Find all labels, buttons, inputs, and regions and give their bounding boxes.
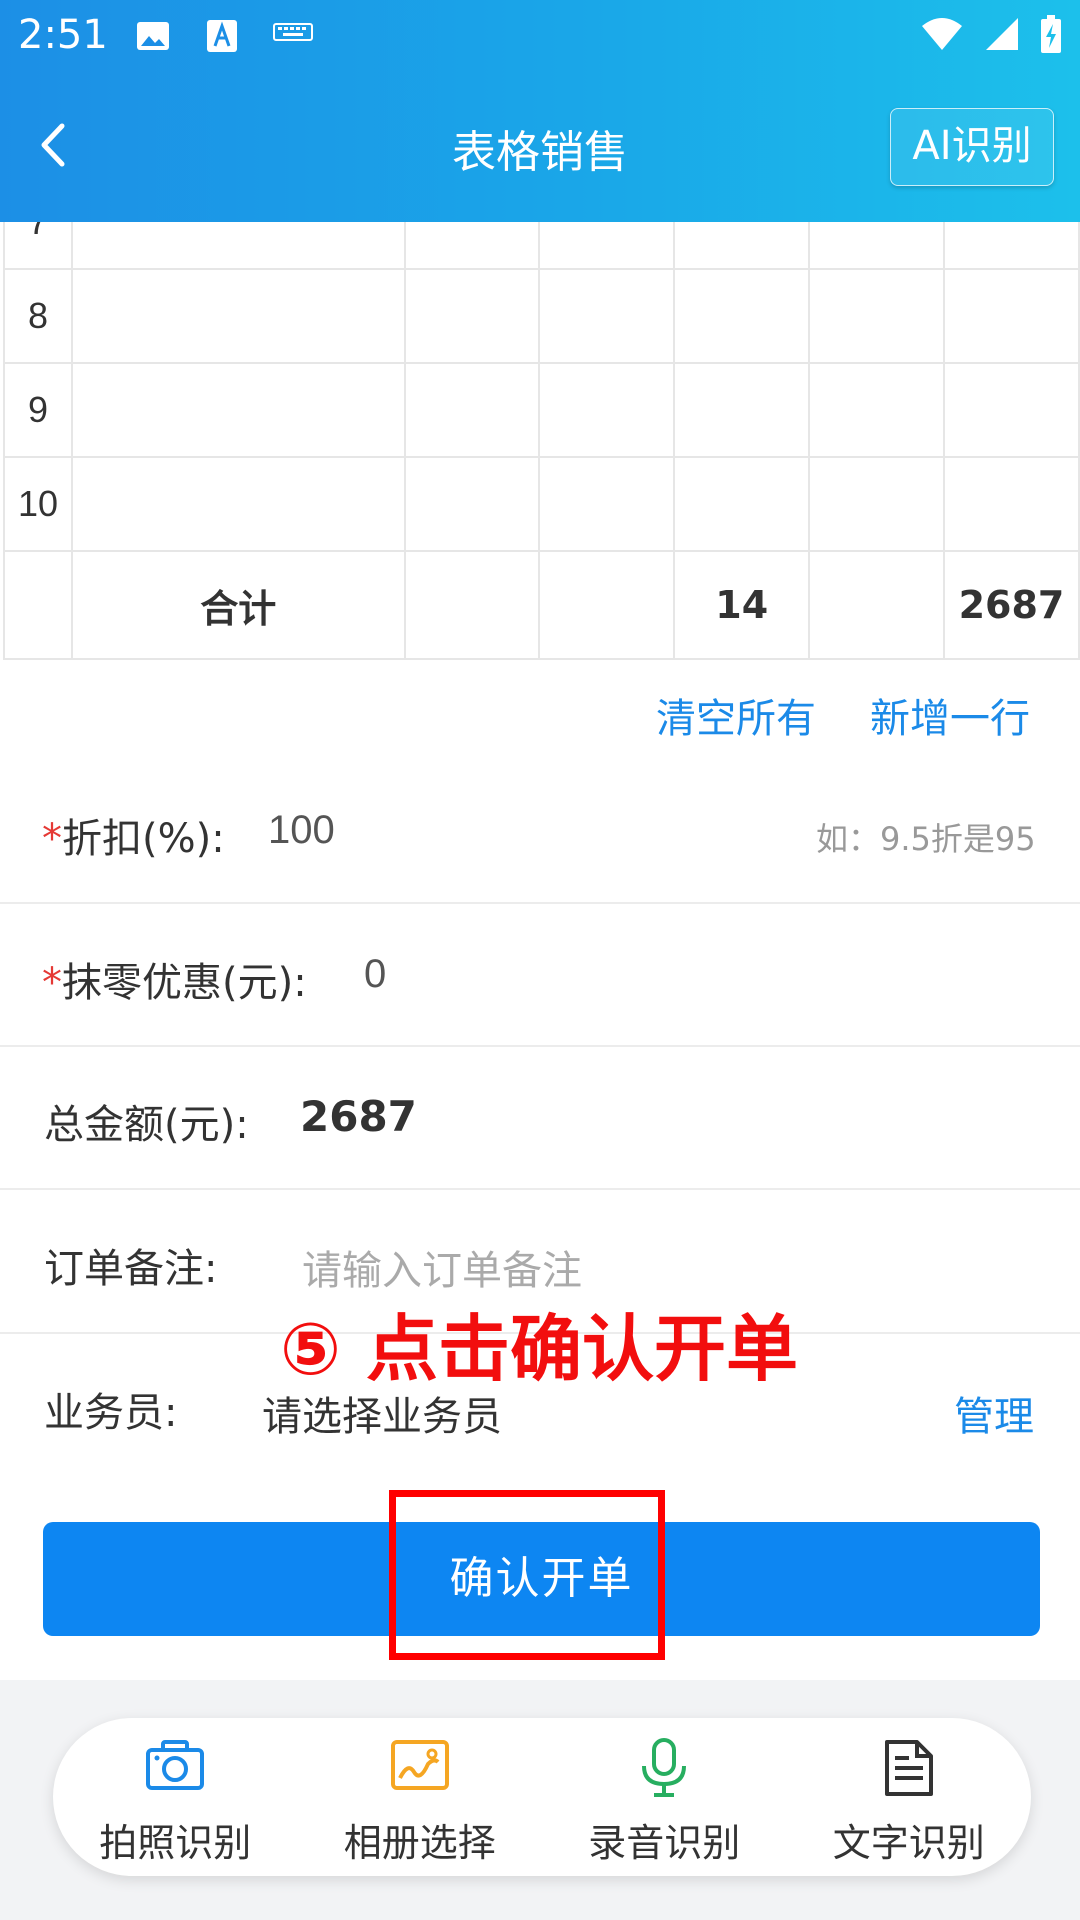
- microphone-icon: [642, 1738, 687, 1797]
- status-notifications: [135, 18, 313, 54]
- clear-all-link[interactable]: 清空所有: [656, 686, 816, 744]
- product-grid: 78910合计 14 2687: [3, 222, 1080, 660]
- tool-label: 文字识别: [832, 1821, 985, 1865]
- discount-input[interactable]: 100: [268, 808, 335, 853]
- voice-recognize-button[interactable]: 录音识别: [542, 1718, 787, 1876]
- table-cell[interactable]: [808, 456, 945, 552]
- table-cell[interactable]: [538, 222, 676, 270]
- gallery-select-button[interactable]: 相册选择: [298, 1718, 543, 1876]
- table-cell[interactable]: [942, 222, 1080, 270]
- total-amount: 2687: [942, 550, 1080, 660]
- wifi-icon: [922, 18, 962, 50]
- divider: [0, 1188, 1080, 1190]
- table-cell[interactable]: [403, 222, 541, 270]
- row-number: 9: [3, 362, 73, 458]
- table-row[interactable]: 10: [3, 456, 1080, 552]
- instruction-annotation: ⑤ 点击确认开单: [280, 1307, 799, 1391]
- gallery-icon: [390, 1740, 449, 1790]
- add-row-link[interactable]: 新增一行: [870, 686, 1030, 744]
- status-bar: 2:51: [0, 0, 1080, 72]
- required-mark: *: [42, 960, 62, 1006]
- required-mark: *: [42, 816, 62, 862]
- table-cell[interactable]: [70, 362, 406, 458]
- row-number: 8: [3, 268, 73, 364]
- discount-label: *折扣(%):: [42, 806, 225, 864]
- total-label: 合计: [70, 550, 406, 660]
- total-empty-cell: [808, 550, 945, 660]
- table-cell[interactable]: [70, 456, 406, 552]
- table-cell[interactable]: [808, 222, 945, 270]
- table-cell[interactable]: [942, 362, 1080, 458]
- table-cell[interactable]: [403, 268, 541, 364]
- table-row[interactable]: 9: [3, 362, 1080, 458]
- camera-icon: [146, 1740, 205, 1790]
- rounding-input[interactable]: 0: [364, 952, 386, 997]
- row-number: 10: [3, 456, 73, 552]
- total-empty-cell: [538, 550, 676, 660]
- order-note-input[interactable]: 请输入订单备注: [302, 1238, 582, 1296]
- table-cell[interactable]: [403, 362, 541, 458]
- keyboard-notification-icon: [273, 23, 313, 41]
- table-cell[interactable]: [673, 222, 811, 270]
- highlight-box: [389, 1490, 665, 1660]
- table-cell[interactable]: [673, 362, 811, 458]
- table-row[interactable]: 8: [3, 268, 1080, 364]
- total-row: 合计 14 2687: [3, 550, 1080, 660]
- image-notification-icon: [137, 22, 169, 50]
- rounding-label: *抹零优惠(元):: [42, 950, 307, 1008]
- table-cell[interactable]: [808, 362, 945, 458]
- battery-icon: [1041, 15, 1061, 53]
- table-cell[interactable]: [808, 268, 945, 364]
- divider: [0, 1045, 1080, 1047]
- status-time: 2:51: [18, 12, 108, 58]
- discount-hint: 如：9.5折是95: [816, 820, 1036, 858]
- table-cell[interactable]: [538, 362, 676, 458]
- recognition-toolbar: 拍照识别 相册选择 录音识别 文字识别: [53, 1718, 1031, 1876]
- discount-label-text: 折扣(%):: [62, 816, 225, 862]
- tool-label: 相册选择: [343, 1821, 496, 1865]
- total-row-index: [3, 550, 73, 660]
- table-cell[interactable]: [673, 268, 811, 364]
- photo-recognize-button[interactable]: 拍照识别: [53, 1718, 298, 1876]
- signal-icon: [986, 18, 1018, 50]
- total-amount-label: 总金额(元):: [44, 1102, 249, 1148]
- table-cell[interactable]: [538, 456, 676, 552]
- ai-recognize-button[interactable]: AI识别: [890, 108, 1054, 186]
- table-cell[interactable]: [538, 268, 676, 364]
- total-empty-cell: [403, 550, 541, 660]
- product-table: 78910合计 14 2687: [0, 222, 1080, 662]
- total-quantity: 14: [673, 550, 811, 660]
- text-recognize-button[interactable]: 文字识别: [787, 1718, 1032, 1876]
- table-cell[interactable]: [403, 456, 541, 552]
- tool-label: 拍照识别: [99, 1821, 252, 1865]
- row-number: 7: [3, 222, 73, 270]
- table-row[interactable]: 7: [3, 222, 1080, 270]
- salesman-select[interactable]: 请选择业务员: [262, 1384, 502, 1442]
- status-system-icons: [920, 14, 1062, 54]
- table-cell[interactable]: [942, 456, 1080, 552]
- tool-label: 录音识别: [588, 1821, 741, 1865]
- app-bar: 2:51 表格销售 AI识别: [0, 0, 1080, 222]
- total-amount-value: 2687: [300, 1092, 417, 1141]
- order-note-label: 订单备注:: [44, 1246, 218, 1292]
- document-icon: [884, 1740, 933, 1796]
- divider: [0, 902, 1080, 904]
- table-cell[interactable]: [70, 268, 406, 364]
- manage-salesman-link[interactable]: 管理: [954, 1384, 1034, 1442]
- table-cell[interactable]: [673, 456, 811, 552]
- table-cell[interactable]: [70, 222, 406, 270]
- rounding-label-text: 抹零优惠(元):: [62, 960, 307, 1006]
- font-notification-icon: [207, 20, 237, 52]
- table-cell[interactable]: [942, 268, 1080, 364]
- salesman-label: 业务员:: [44, 1390, 178, 1436]
